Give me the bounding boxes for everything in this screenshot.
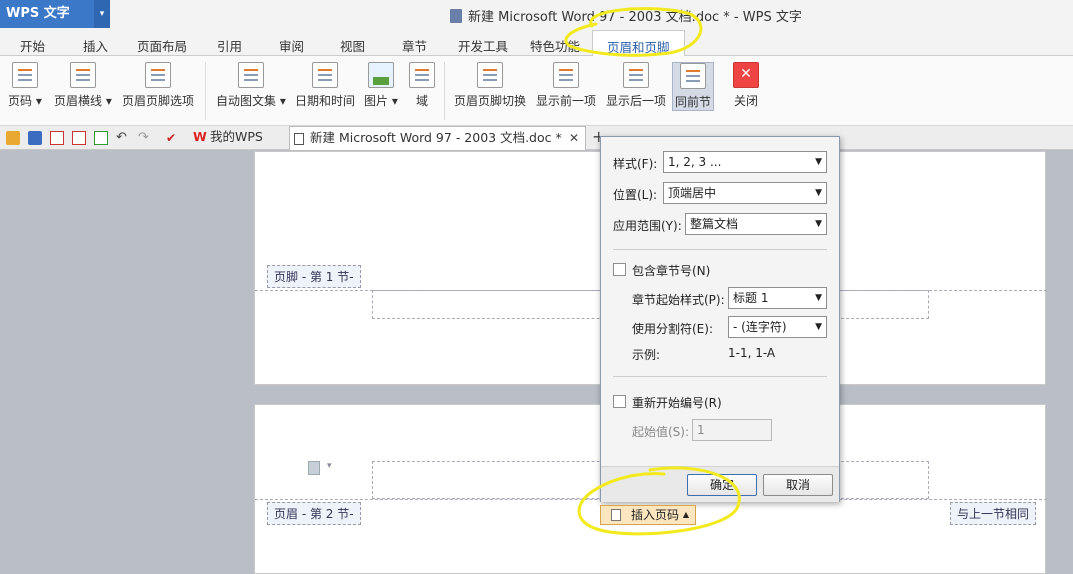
hf-switch-button[interactable]: 页眉页脚切换 — [454, 62, 526, 109]
include-chapter-label[interactable]: 包含章节号(N) — [632, 262, 710, 279]
chevron-up-icon: ▲ — [682, 510, 689, 519]
print-preview-icon[interactable] — [94, 131, 108, 145]
hf-switch-icon — [477, 62, 503, 88]
app-logo-text: WPS 文字 — [6, 6, 70, 21]
auto-text-button[interactable]: 自动图文集 ▾ — [216, 62, 286, 109]
hf-options-icon — [145, 62, 171, 88]
wps-logo-icon: W — [193, 129, 207, 144]
restart-numbering-label[interactable]: 重新开始编号(R) — [632, 394, 722, 411]
header-section-label: 页眉 - 第 2 节- — [267, 502, 361, 525]
cancel-button[interactable]: 取消 — [763, 474, 833, 496]
example-value: 1-1, 1-A — [728, 346, 776, 360]
scope-label: 应用范围(Y): — [613, 219, 682, 233]
wps-app-menu[interactable]: WPS 文字 ▾ — [0, 0, 110, 28]
chevron-down-icon[interactable]: ▾ — [94, 0, 110, 28]
field-icon — [409, 62, 435, 88]
page-number-button[interactable]: 页码 ▾ — [8, 62, 42, 109]
picture-button[interactable]: 图片 ▾ — [364, 62, 398, 109]
same-as-prev-button[interactable]: 同前节 — [672, 62, 715, 111]
menu-page-layout[interactable]: 页面布局 — [137, 36, 187, 55]
tab-my-wps[interactable]: W 我的WPS — [190, 126, 286, 150]
close-tab-icon[interactable]: ✕ — [569, 127, 579, 149]
insert-page-number-button[interactable]: 插入页码 ▲ — [600, 505, 696, 525]
open-icon[interactable] — [6, 131, 20, 145]
start-value-input[interactable]: 1 — [692, 419, 772, 441]
chapter-style-label: 章节起始样式(P): — [632, 293, 725, 307]
chevron-down-icon: ▼ — [815, 188, 822, 198]
menu-review[interactable]: 审阅 — [279, 36, 304, 55]
separator-label: 使用分割符(E): — [632, 322, 713, 336]
menu-special-features[interactable]: 特色功能 — [530, 36, 580, 55]
include-chapter-checkbox[interactable] — [613, 263, 626, 276]
calendar-icon — [312, 62, 338, 88]
position-select[interactable]: 顶端居中 ▼ — [663, 182, 827, 204]
document-icon — [294, 133, 304, 145]
start-value-label: 起始值(S): — [632, 425, 690, 439]
menu-bar: 开始 插入 页面布局 引用 审阅 视图 章节 开发工具 特色功能 页眉和页脚 — [0, 30, 1073, 57]
undo-icon[interactable]: ↶ — [116, 131, 130, 145]
chevron-down-icon: ▼ — [815, 322, 822, 332]
tab-document[interactable]: 新建 Microsoft Word 97 - 2003 文档.doc * ✕ — [289, 126, 586, 150]
menu-insert[interactable]: 插入 — [83, 36, 108, 55]
chevron-down-icon: ▾ — [327, 461, 332, 471]
style-select[interactable]: 1, 2, 3 ... ▼ — [663, 151, 827, 173]
menu-section[interactable]: 章节 — [402, 36, 427, 55]
ribbon-separator — [444, 62, 445, 120]
show-next-icon — [623, 62, 649, 88]
redo-icon[interactable]: ↷ — [138, 131, 152, 145]
title-bar: WPS 文字 ▾ 新建 Microsoft Word 97 - 2003 文档.… — [0, 0, 1073, 30]
page-number-dialog: 样式(F): 1, 2, 3 ... ▼ 位置(L): 顶端居中 ▼ 应用范围(Y)… — [600, 136, 840, 502]
page-icon — [611, 509, 621, 521]
divider — [613, 249, 827, 250]
quick-access-bar: ↶ ↷ ✔ W 我的WPS 新建 Microsoft Word 97 - 200… — [0, 126, 1073, 150]
document-icon — [450, 9, 462, 23]
menu-start[interactable]: 开始 — [20, 36, 45, 55]
position-label: 位置(L): — [613, 188, 658, 202]
hf-options-button[interactable]: 页眉页脚选项 — [122, 62, 194, 109]
menu-developer[interactable]: 开发工具 — [458, 36, 508, 55]
close-icon — [733, 62, 759, 88]
ok-button[interactable]: 确定 — [687, 474, 757, 496]
separator-select[interactable]: - (连字符) ▼ — [728, 316, 827, 338]
menu-references[interactable]: 引用 — [217, 36, 242, 55]
field-button[interactable]: 域 — [409, 62, 435, 109]
picture-icon — [367, 62, 394, 88]
show-prev-icon — [553, 62, 579, 88]
divider — [613, 376, 827, 377]
print-icon[interactable] — [72, 131, 86, 145]
paste-icon — [308, 461, 320, 475]
chevron-down-icon: ▼ — [815, 157, 822, 167]
show-prev-button[interactable]: 显示前一项 — [536, 62, 596, 109]
format-painter-icon[interactable]: ✔ — [166, 131, 180, 145]
save-icon[interactable] — [28, 131, 42, 145]
same-as-prev-icon — [680, 63, 706, 89]
date-time-button[interactable]: 日期和时间 — [295, 62, 355, 109]
chevron-down-icon: ▼ — [815, 219, 822, 229]
header-line-button[interactable]: 页眉横线 ▾ — [54, 62, 112, 109]
footer-section-label: 页脚 - 第 1 节- — [267, 265, 361, 288]
ribbon-toolbar: 页码 ▾ 页眉横线 ▾ 页眉页脚选项 自动图文集 ▾ 日期和时间 图片 ▾ 域 … — [0, 56, 1073, 126]
show-next-button[interactable]: 显示后一项 — [606, 62, 666, 109]
window-title: 新建 Microsoft Word 97 - 2003 文档.doc * - W… — [450, 6, 802, 25]
auto-text-icon — [237, 62, 264, 88]
export-pdf-icon[interactable] — [50, 131, 64, 145]
close-hf-button[interactable]: 关闭 — [733, 62, 759, 109]
ribbon-separator — [205, 62, 206, 120]
restart-numbering-checkbox[interactable] — [613, 395, 626, 408]
same-as-prev-label: 与上一节相同 — [950, 502, 1037, 525]
style-label: 样式(F): — [613, 157, 658, 171]
page-number-icon — [11, 62, 38, 88]
chevron-down-icon: ▼ — [815, 293, 822, 303]
menu-view[interactable]: 视图 — [340, 36, 365, 55]
chapter-style-select[interactable]: 标题 1 ▼ — [728, 287, 827, 309]
example-label: 示例: — [632, 348, 661, 362]
header-line-icon — [69, 62, 96, 88]
menu-header-footer[interactable]: 页眉和页脚 — [592, 30, 685, 57]
scope-select[interactable]: 整篇文档 ▼ — [685, 213, 827, 235]
